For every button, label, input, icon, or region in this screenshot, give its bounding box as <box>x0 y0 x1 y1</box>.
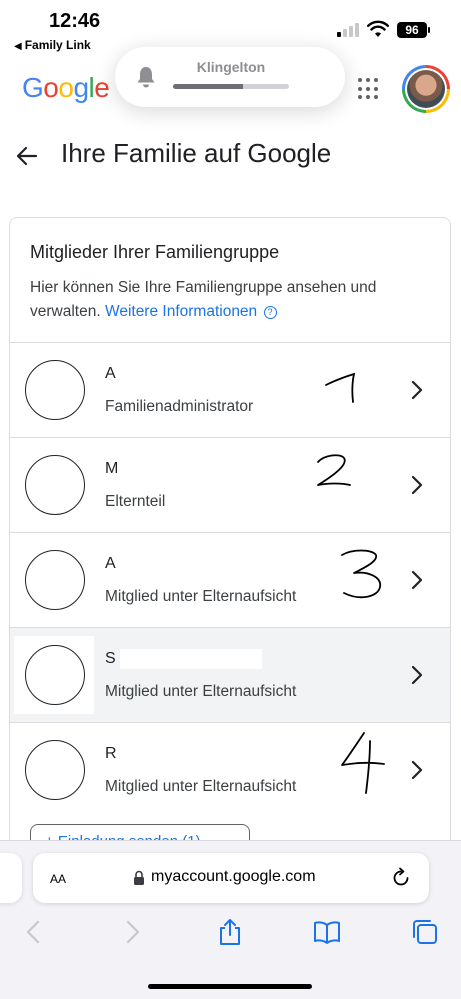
profile-photo <box>407 70 445 108</box>
member-role: Mitglied unter Elternaufsicht <box>105 588 297 605</box>
member-avatar <box>25 455 85 515</box>
account-avatar[interactable] <box>402 65 450 113</box>
share-icon[interactable] <box>216 918 244 946</box>
member-role: Mitglied unter Elternaufsicht <box>105 683 297 700</box>
family-members-card: Mitglieder Ihrer Familiengruppe Hier kön… <box>9 217 451 857</box>
ringer-label: Klingelton <box>196 59 266 75</box>
status-time: 12:46 <box>49 10 101 32</box>
member-role: Familienadministrator <box>105 398 254 415</box>
chevron-right-icon <box>411 380 423 400</box>
chevron-right-icon <box>411 570 423 590</box>
handwritten-annotation-1 <box>325 372 356 403</box>
card-description: Hier können Sie Ihre Familiengruppe anse… <box>30 276 430 324</box>
address-bar[interactable]: AA myaccount.google.com <box>33 853 429 903</box>
member-role: Mitglied unter Elternaufsicht <box>105 778 297 795</box>
reader-options-button[interactable]: AA <box>50 868 66 888</box>
home-indicator <box>148 984 312 989</box>
back-triangle-icon: ◀ <box>14 41 22 52</box>
chevron-right-icon <box>411 475 423 495</box>
battery-tip <box>428 27 430 33</box>
bookmarks-icon[interactable] <box>313 918 341 946</box>
reload-icon[interactable] <box>390 867 412 889</box>
member-avatar <box>25 550 85 610</box>
ringer-level-fill <box>173 84 243 89</box>
apps-grid-icon[interactable] <box>358 78 380 100</box>
member-row[interactable]: A Mitglied unter Elternaufsicht <box>10 532 450 627</box>
member-name: A <box>105 365 116 382</box>
page-title: Ihre Familie auf Google <box>61 138 332 168</box>
member-row[interactable]: M Elternteil <box>10 437 450 532</box>
back-icon[interactable] <box>20 918 48 946</box>
card-title: Mitglieder Ihrer Familiengruppe <box>30 242 280 262</box>
back-arrow-icon[interactable] <box>14 143 40 169</box>
ringer-level-bar <box>173 84 289 89</box>
chevron-right-icon <box>411 665 423 685</box>
info-icon[interactable]: ? <box>263 306 277 319</box>
member-avatar <box>25 740 85 800</box>
member-name: S <box>105 650 116 667</box>
forward-icon[interactable] <box>118 918 146 946</box>
ringer-volume-hud: Klingelton <box>115 47 345 107</box>
member-avatar <box>25 360 85 420</box>
wifi-icon <box>367 20 389 37</box>
handwritten-annotation-2 <box>317 454 351 486</box>
back-to-app-link[interactable]: ◀ Family Link <box>14 38 91 52</box>
member-role: Elternteil <box>105 493 166 510</box>
back-app-label: Family Link <box>24 38 91 52</box>
cellular-signal-icon <box>337 23 361 37</box>
google-logo[interactable]: Google <box>22 72 110 104</box>
bell-icon <box>137 67 155 88</box>
battery-indicator: 96 <box>397 22 427 38</box>
member-name: R <box>105 745 117 762</box>
aa-label: AA <box>50 872 67 886</box>
url-text: myaccount.google.com <box>151 868 316 885</box>
chevron-right-icon <box>411 760 423 780</box>
member-name: M <box>105 460 119 477</box>
previous-tab-stub[interactable] <box>0 853 22 903</box>
member-row[interactable]: S Mitglied unter Elternaufsicht <box>10 627 450 722</box>
member-row[interactable]: R Mitglied unter Elternaufsicht <box>10 722 450 817</box>
member-name: A <box>105 555 116 572</box>
handwritten-annotation-3 <box>341 549 381 599</box>
more-info-link[interactable]: Weitere Informationen <box>105 303 257 320</box>
lock-icon <box>134 870 144 885</box>
redacted-name-area <box>120 649 262 669</box>
member-avatar <box>25 645 85 705</box>
member-row[interactable]: A Familienadministrator <box>10 342 450 437</box>
tabs-icon[interactable] <box>411 918 439 946</box>
handwritten-annotation-4 <box>341 732 385 794</box>
